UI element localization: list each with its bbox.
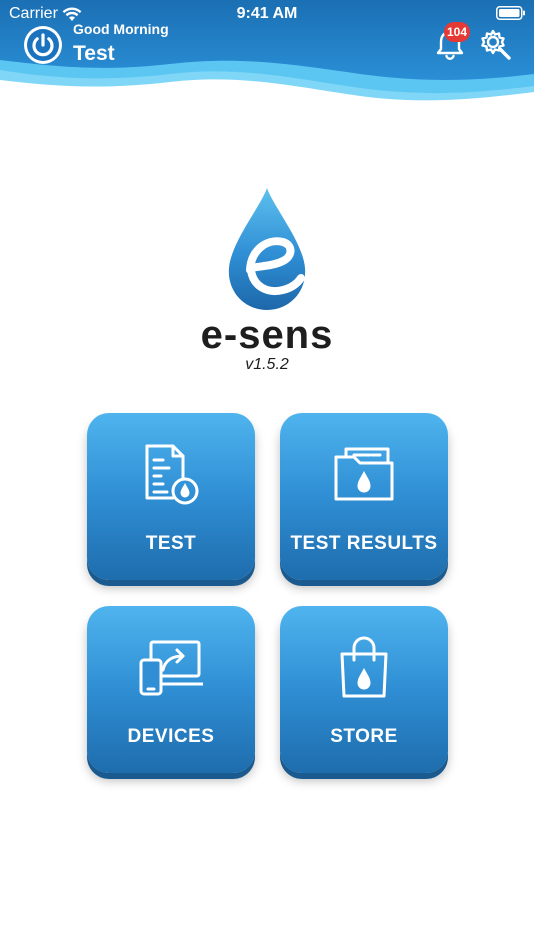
e-sens-logo-icon bbox=[228, 188, 306, 310]
folder-drop-icon bbox=[334, 447, 394, 501]
username-text: Test bbox=[73, 42, 115, 65]
test-results-tile-label: TEST RESULTS bbox=[290, 533, 438, 554]
test-tile-label: TEST bbox=[145, 533, 197, 554]
store-tile-label: STORE bbox=[330, 726, 398, 747]
settings-icon[interactable] bbox=[480, 29, 512, 61]
notification-badge: 104 bbox=[444, 22, 471, 42]
document-drop-icon bbox=[145, 444, 199, 505]
power-icon[interactable] bbox=[24, 26, 62, 64]
test-results-tile-button[interactable]: TEST RESULTS bbox=[280, 413, 448, 580]
brand-name: e-sens bbox=[200, 313, 334, 357]
store-tile-button[interactable]: STORE bbox=[280, 606, 448, 773]
greeting-text: Good Morning bbox=[73, 21, 169, 37]
home-screen: Carrier 9:41 AM Good Morning Test 104 e-… bbox=[0, 0, 534, 950]
test-tile-button[interactable]: TEST bbox=[87, 413, 255, 580]
shopping-bag-drop-icon bbox=[340, 636, 388, 698]
app-version: v1.5.2 bbox=[245, 356, 289, 373]
devices-tile-button[interactable]: DEVICES bbox=[87, 606, 255, 773]
devices-tile-label: DEVICES bbox=[127, 726, 215, 747]
app-header: Good Morning Test 104 bbox=[0, 16, 534, 76]
devices-share-icon bbox=[139, 640, 203, 696]
